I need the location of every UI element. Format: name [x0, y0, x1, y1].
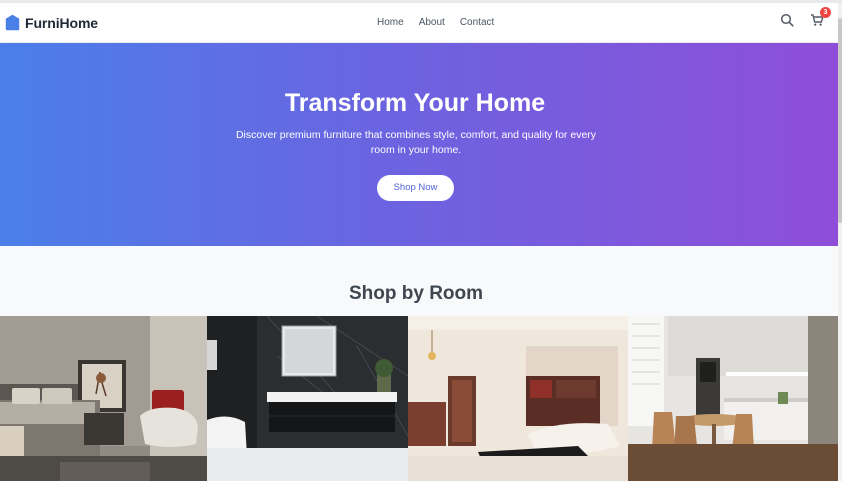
house-icon [5, 14, 20, 31]
kitchen-image [628, 316, 838, 481]
bathroom-image [207, 316, 408, 481]
hero-subtitle: Discover premium furniture that combines… [235, 129, 597, 156]
room-card-kitchen[interactable] [628, 316, 838, 481]
main-nav: Home About Contact [377, 17, 494, 28]
search-icon[interactable] [780, 13, 794, 27]
room-card-bathroom[interactable] [207, 316, 408, 481]
hero-banner: Transform Your Home Discover premium fur… [0, 43, 838, 246]
room-card-living-room[interactable] [408, 316, 628, 481]
page-scrollbar-thumb[interactable] [838, 18, 842, 223]
navbar: FurniHome Home About Contact [0, 3, 838, 43]
brand-name: FurniHome [25, 14, 98, 31]
nav-contact[interactable]: Contact [460, 17, 494, 28]
shop-by-room-section: Shop by Room [0, 246, 838, 316]
living-room-image [408, 316, 628, 481]
nav-about[interactable]: About [419, 17, 445, 28]
room-cards [0, 316, 838, 481]
room-card-bedroom[interactable] [0, 316, 207, 481]
hero-title: Transform Your Home [284, 89, 546, 117]
cart-count-badge: 3 [820, 7, 831, 18]
bedroom-image [0, 316, 207, 481]
nav-home[interactable]: Home [377, 17, 404, 28]
section-title: Shop by Room [348, 283, 484, 304]
brand-link[interactable]: FurniHome [5, 14, 98, 31]
shop-now-button[interactable]: Shop Now [377, 175, 454, 201]
